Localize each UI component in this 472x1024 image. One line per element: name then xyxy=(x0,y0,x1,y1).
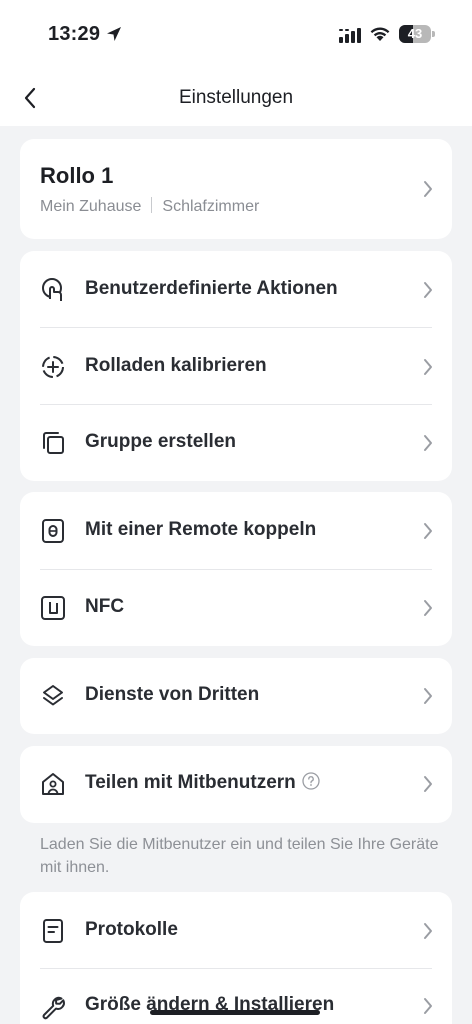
row-nfc[interactable]: NFC xyxy=(20,569,452,646)
chevron-right-icon xyxy=(424,181,432,197)
status-bar: 13:29 43 xyxy=(0,0,472,70)
log-document-icon xyxy=(43,919,63,943)
sharing-card: Teilen mit Mitbenutzern xyxy=(20,746,452,823)
remote-icon xyxy=(42,519,64,543)
device-name: Rollo 1 xyxy=(40,163,114,188)
chevron-right-icon xyxy=(424,523,432,539)
row-label: Teilen mit Mitbenutzern xyxy=(85,772,320,794)
logs-card: Protokolle Größe ändern & Installieren xyxy=(20,892,452,1024)
chevron-right-icon xyxy=(424,435,432,451)
battery-level: 43 xyxy=(407,26,423,41)
pairing-card: Mit einer Remote koppeln NFC xyxy=(20,492,452,646)
chevron-right-icon xyxy=(424,282,432,298)
actions-card: Benutzerdefinierte Aktionen Rolladen kal… xyxy=(20,251,452,481)
device-home: Mein Zuhause xyxy=(40,198,142,215)
home-indicator[interactable] xyxy=(150,1010,320,1015)
page-title: Einstellungen xyxy=(178,87,294,108)
row-label: Protokolle xyxy=(85,919,178,940)
nfc-icon xyxy=(41,596,65,620)
row-share-users[interactable]: Teilen mit Mitbenutzern xyxy=(20,746,452,823)
chevron-right-icon xyxy=(424,998,432,1014)
chevron-right-icon xyxy=(424,359,432,375)
wifi-icon xyxy=(370,27,390,41)
home-share-icon xyxy=(42,773,64,795)
row-label: Rolladen kalibrieren xyxy=(85,355,267,376)
device-location: Mein Zuhause Schlafzimmer xyxy=(40,197,259,216)
device-card[interactable]: Rollo 1 Mein Zuhause Schlafzimmer xyxy=(20,139,452,239)
chevron-right-icon xyxy=(424,923,432,939)
status-time: 13:29 xyxy=(48,23,101,45)
chevron-right-icon xyxy=(424,600,432,616)
group-copy-icon xyxy=(43,432,64,454)
row-third-party[interactable]: Dienste von Dritten xyxy=(20,658,452,734)
calibrate-target-icon xyxy=(42,356,64,378)
location-arrow-icon xyxy=(107,27,121,41)
row-label: Gruppe erstellen xyxy=(85,431,236,452)
navigation-bar: Einstellungen xyxy=(0,70,472,126)
wrench-icon xyxy=(42,996,65,1020)
chevron-right-icon xyxy=(424,688,432,704)
share-label-text: Teilen mit Mitbenutzern xyxy=(85,772,296,793)
third-party-card: Dienste von Dritten xyxy=(20,658,452,734)
row-label: Benutzerdefinierte Aktionen xyxy=(85,278,338,299)
share-note: Laden Sie die Mitbenutzer ein und teilen… xyxy=(40,836,439,876)
tap-hand-icon xyxy=(42,278,62,301)
row-calibrate[interactable]: Rolladen kalibrieren xyxy=(20,328,452,405)
device-room: Schlafzimmer xyxy=(162,198,260,215)
row-label: Mit einer Remote koppeln xyxy=(85,519,317,540)
chevron-right-icon xyxy=(424,776,432,792)
cellular-signal-icon xyxy=(339,28,361,43)
row-pair-remote[interactable]: Mit einer Remote koppeln xyxy=(20,492,452,569)
battery-icon: 43 xyxy=(399,25,435,43)
row-custom-actions[interactable]: Benutzerdefinierte Aktionen xyxy=(20,251,452,328)
row-logs[interactable]: Protokolle xyxy=(20,892,452,969)
help-question-icon[interactable] xyxy=(302,772,320,790)
row-create-group[interactable]: Gruppe erstellen xyxy=(20,404,452,481)
layers-icon xyxy=(43,685,63,706)
row-resize-install[interactable]: Größe ändern & Installieren xyxy=(20,969,452,1024)
row-label: NFC xyxy=(85,596,125,617)
row-label: Dienste von Dritten xyxy=(85,684,260,705)
